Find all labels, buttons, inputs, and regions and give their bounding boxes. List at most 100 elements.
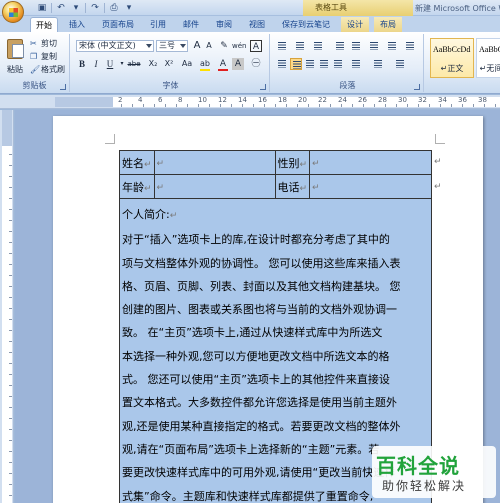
font-name-select[interactable]: 宋体 (中文正文): [76, 40, 154, 52]
profile-line: 观,还是使用某种直接指定的格式。若要更改文档的整体外: [122, 419, 401, 433]
ruler-number: 14: [238, 96, 247, 104]
chinese-layout-icon[interactable]: [368, 40, 380, 52]
subscript-button[interactable]: X₂: [146, 58, 160, 70]
table-cell[interactable]: 姓名↵: [119, 150, 155, 175]
separator: [104, 3, 105, 13]
row-end-mark: ↵: [434, 182, 442, 192]
title-bar: ▣ ↶ ▾ ↷ ⎙ ▾ 表格工具 新建 Microsoft Office Wo: [0, 0, 500, 16]
numbering-icon[interactable]: [294, 40, 306, 52]
tab-mailings[interactable]: 邮件: [177, 17, 205, 32]
shading-icon[interactable]: [372, 58, 384, 70]
customize-dropdown-icon[interactable]: ▾: [123, 2, 135, 14]
save-icon[interactable]: ▣: [36, 2, 48, 14]
tab-table-layout[interactable]: 布局: [374, 17, 402, 32]
table-cell[interactable]: 电话↵: [274, 174, 311, 199]
print-preview-icon[interactable]: ⎙: [108, 2, 120, 14]
underline-button[interactable]: U: [104, 58, 116, 70]
tab-references[interactable]: 引用: [144, 17, 172, 32]
strikethrough-button[interactable]: abe: [126, 58, 142, 70]
tab-view[interactable]: 视图: [243, 17, 271, 32]
increase-indent-icon[interactable]: [350, 40, 362, 52]
table-row: 年龄↵ ↵ 电话↵ ↵: [119, 174, 432, 199]
profile-line: 格、页眉、页脚、列表、封面以及其他文档构建基块。 您: [122, 279, 401, 293]
shrink-font-button[interactable]: A: [203, 40, 215, 52]
enclose-char-button[interactable]: ㊀: [250, 58, 262, 70]
sort-icon[interactable]: [386, 40, 398, 52]
document-workspace: 姓名↵ ↵ 性别↵ ↵ 年龄↵ ↵ 电话↵ ↵ 个人简介:↵ 对于“插入”选项卡…: [15, 110, 500, 503]
superscript-button[interactable]: X²: [162, 58, 176, 70]
phonetic-guide-button[interactable]: wén: [232, 40, 246, 52]
table-cell[interactable]: ↵: [309, 174, 432, 199]
decrease-indent-icon[interactable]: [334, 40, 346, 52]
bold-button[interactable]: B: [76, 58, 88, 70]
watermark-subtitle: 助你轻松解决: [382, 479, 467, 493]
table-row: 姓名↵ ↵ 性别↵ ↵: [119, 150, 432, 175]
ruler-number: 34: [438, 96, 447, 104]
crop-mark: [105, 134, 115, 144]
paste-sheet-icon: [12, 44, 24, 58]
ruler-number: 20: [298, 96, 307, 104]
line-spacing-icon[interactable]: [350, 58, 362, 70]
table-cell[interactable]: ↵: [309, 150, 432, 175]
profile-line: 对于“插入”选项卡上的库,在设计时都充分考虑了其中的: [122, 233, 390, 247]
profile-line: 创建的图片、图表或关系图也将与当前的文档外观协调一: [122, 303, 397, 317]
align-center-icon[interactable]: [290, 58, 302, 70]
multilevel-list-icon[interactable]: [312, 40, 324, 52]
undo-icon[interactable]: ↶: [55, 2, 67, 14]
dialog-launcher-icon[interactable]: [414, 84, 420, 90]
profile-line: 本选择一种外观,您可以方便地更改文档中所选文本的格: [122, 349, 390, 363]
justify-icon[interactable]: [318, 58, 330, 70]
style-no-spacing[interactable]: AaBbC ↵无间: [476, 38, 500, 78]
font-group: 宋体 (中文正文) 三号 A A ✎ wén A B I U ▾ abe X₂ …: [72, 34, 270, 92]
change-case-button[interactable]: Aa: [180, 58, 194, 70]
italic-button[interactable]: I: [90, 58, 102, 70]
redo-icon[interactable]: ↷: [89, 2, 101, 14]
tab-home[interactable]: 开始: [30, 17, 58, 32]
dialog-launcher-icon[interactable]: [60, 84, 66, 90]
show-marks-icon[interactable]: [404, 40, 416, 52]
char-border-button[interactable]: A: [250, 40, 262, 52]
copy-label: 复制: [41, 52, 57, 61]
paragraph-mark: ↵: [299, 159, 308, 170]
table-cell[interactable]: ↵: [153, 174, 276, 199]
tab-save-to-cloud[interactable]: 保存到云笔记: [276, 17, 336, 32]
horizontal-ruler[interactable]: 2 4 6 8 10 12 14 16 18 20 22 24 26 28 30 32 34 36 38: [0, 95, 500, 109]
paste-label[interactable]: 粘贴: [4, 64, 26, 75]
tab-table-design[interactable]: 设计: [341, 17, 369, 32]
style-normal[interactable]: AaBbCcDd ↵正文: [430, 38, 474, 78]
tab-insert[interactable]: 插入: [63, 17, 91, 32]
dialog-launcher-icon[interactable]: [260, 84, 266, 90]
paragraph-mark: ↵: [312, 159, 320, 169]
copy-button[interactable]: ❐ 复制: [30, 51, 57, 62]
grow-font-button[interactable]: A: [191, 40, 203, 52]
font-size-select[interactable]: 三号: [156, 40, 188, 52]
clear-format-button[interactable]: ✎: [218, 40, 230, 52]
format-painter-button[interactable]: 🖌 格式刷: [30, 64, 65, 75]
align-right-icon[interactable]: [304, 58, 316, 70]
watermark-logo: 百科全说: [376, 454, 460, 478]
table-cell[interactable]: 性别↵: [274, 150, 311, 175]
bullets-icon[interactable]: [276, 40, 288, 52]
tab-review[interactable]: 审阅: [210, 17, 238, 32]
char-shading-button[interactable]: A: [232, 58, 244, 70]
table-cell[interactable]: 年龄↵: [119, 174, 155, 199]
vertical-ruler[interactable]: [0, 110, 14, 503]
align-left-icon[interactable]: [276, 58, 288, 70]
office-button[interactable]: [2, 1, 24, 23]
borders-icon[interactable]: [394, 58, 406, 70]
ruler-number: 24: [338, 96, 347, 104]
profile-line: 置文本格式。大多数控件都允许您选择是使用当前主题外: [122, 396, 397, 410]
table-cell[interactable]: ↵: [153, 150, 276, 175]
paragraph-mark: ↵: [299, 183, 308, 194]
ruler-number: 18: [278, 96, 287, 104]
paragraph-mark: ↵: [169, 211, 178, 221]
document-page[interactable]: 姓名↵ ↵ 性别↵ ↵ 年龄↵ ↵ 电话↵ ↵ 个人简介:↵ 对于“插入”选项卡…: [53, 116, 483, 503]
cut-button[interactable]: ✂ 剪切: [30, 38, 57, 49]
tab-page-layout[interactable]: 页面布局: [97, 17, 139, 32]
dropdown-icon[interactable]: ▾: [70, 2, 82, 14]
paste-button[interactable]: [4, 36, 26, 62]
crop-mark: [435, 134, 445, 144]
style-sample: AaBbCcDd: [433, 45, 471, 54]
paragraph-mark: ↵: [312, 183, 320, 193]
distribute-icon[interactable]: [332, 58, 344, 70]
